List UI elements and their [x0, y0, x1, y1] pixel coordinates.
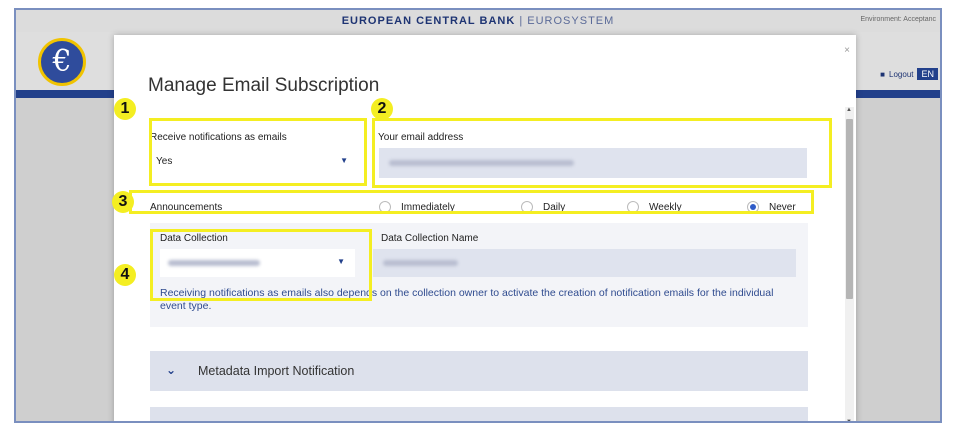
logout-link[interactable]: Logout	[889, 70, 913, 79]
banner-title: EUROPEAN CENTRAL BANK	[341, 15, 516, 27]
euro-logo-icon: €	[38, 38, 86, 86]
top-banner: EUROPEAN CENTRAL BANK | EUROSYSTEM Envir…	[16, 10, 940, 32]
callout-number-4: 4	[114, 264, 136, 286]
chevron-down-icon: ⌄	[166, 363, 177, 377]
highlight-box-2	[372, 118, 832, 188]
dialog-scrollbar[interactable]: ▲ ▼	[845, 107, 854, 421]
accordion-label: Metadata Import Notification	[198, 364, 355, 378]
scroll-thumb[interactable]	[846, 119, 853, 299]
scroll-down-icon[interactable]: ▼	[846, 419, 852, 421]
next-accordion-partial[interactable]	[150, 407, 808, 421]
metadata-import-accordion[interactable]: ⌄ Metadata Import Notification	[150, 351, 808, 391]
environment-label: Environment: Acceptanc	[860, 16, 937, 23]
banner-separator: |	[519, 15, 524, 27]
language-selector[interactable]: EN	[917, 68, 938, 80]
banner-subtitle: EUROSYSTEM	[527, 15, 615, 27]
data-collection-name-field	[373, 249, 796, 277]
highlight-box-1	[149, 118, 367, 186]
data-collection-name-label: Data Collection Name	[381, 233, 479, 244]
callout-number-3: 3	[112, 191, 134, 213]
screenshot-frame: EUROPEAN CENTRAL BANK | EUROSYSTEM Envir…	[14, 8, 942, 423]
user-icon: ■	[880, 69, 886, 79]
callout-number-2: 2	[371, 98, 393, 120]
close-icon[interactable]: ×	[844, 45, 850, 56]
blurred-collection-name	[383, 260, 458, 266]
user-controls: ■ Logout EN	[880, 66, 938, 82]
dialog-title: Manage Email Subscription	[148, 75, 380, 96]
highlight-box-4	[150, 229, 372, 301]
scroll-up-icon[interactable]: ▲	[846, 107, 852, 113]
highlight-box-3	[129, 190, 814, 214]
callout-number-1: 1	[114, 98, 136, 120]
